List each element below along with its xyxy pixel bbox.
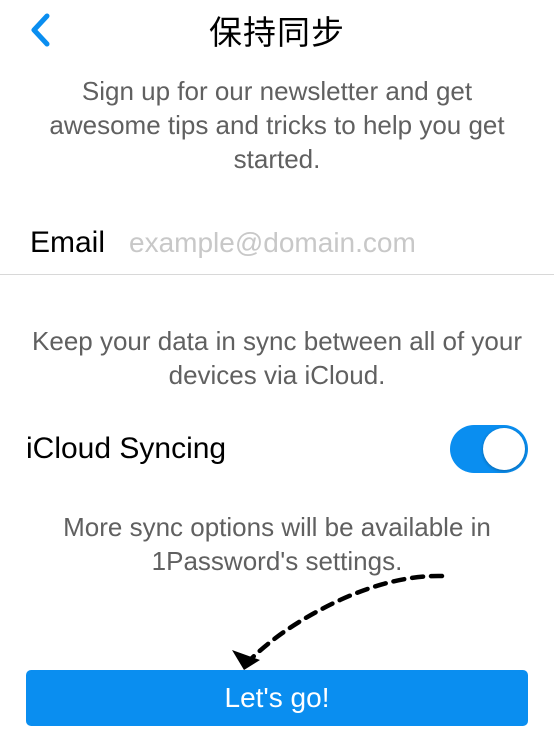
email-input[interactable] (129, 227, 524, 259)
toggle-knob (483, 428, 525, 470)
icloud-sync-toggle[interactable] (450, 425, 528, 473)
email-label: Email (30, 226, 105, 260)
header: 保持同步 (0, 0, 554, 60)
newsletter-description: Sign up for our newsletter and get aweso… (0, 60, 554, 196)
more-options-text: More sync options will be available in 1… (0, 485, 554, 599)
page-title: 保持同步 (209, 6, 345, 54)
sync-description: Keep your data in sync between all of yo… (0, 275, 554, 413)
icloud-sync-row: iCloud Syncing (0, 413, 554, 485)
chevron-left-icon (30, 13, 50, 47)
back-button[interactable] (20, 10, 60, 50)
email-row: Email (0, 214, 554, 275)
lets-go-button[interactable]: Let's go! (26, 670, 528, 726)
icloud-sync-label: iCloud Syncing (26, 432, 226, 466)
